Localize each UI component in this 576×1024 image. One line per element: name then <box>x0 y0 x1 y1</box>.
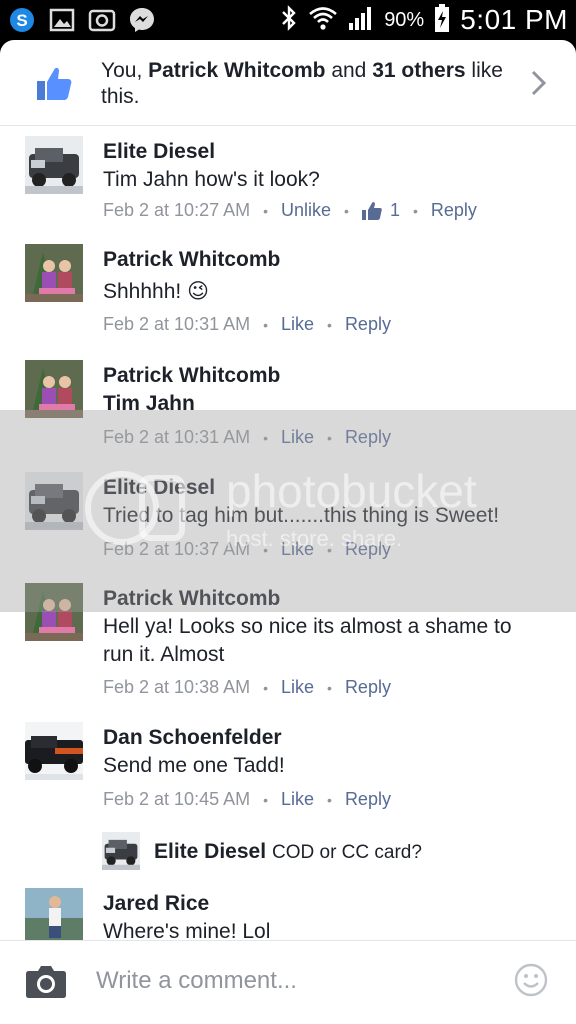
smiley-icon[interactable] <box>514 963 548 997</box>
separator-dot: • <box>327 541 332 558</box>
comment-author[interactable]: Patrick Whitcomb <box>103 587 280 611</box>
comment-meta: Feb 2 at 10:31 AM • Like • Reply <box>103 314 391 335</box>
comments-panel: You, Patrick Whitcomb and 31 others like… <box>0 40 576 1024</box>
reply-button[interactable]: Reply <box>345 314 391 335</box>
comment-time[interactable]: Feb 2 at 10:38 AM <box>103 677 250 698</box>
like-button[interactable]: Like <box>281 677 314 698</box>
avatar[interactable] <box>25 360 83 418</box>
comment-meta: Feb 2 at 10:38 AM • Like • Reply <box>103 677 391 698</box>
comment-like-count[interactable]: 1 <box>361 200 400 221</box>
separator-dot: • <box>327 679 332 696</box>
comment-item: Jared Rice Where's mine! Lol <box>0 888 576 948</box>
comment-text: Shhhhh! 😉 <box>103 280 209 303</box>
comment-item: Patrick Whitcomb Hell ya! Looks so nice … <box>0 583 576 703</box>
reply-text: COD or CC card? <box>272 842 422 863</box>
messenger-icon <box>128 6 156 34</box>
reply-button[interactable]: Reply <box>345 789 391 810</box>
avatar[interactable] <box>102 832 140 870</box>
reply-button[interactable]: Reply <box>345 539 391 560</box>
separator-dot: • <box>327 791 332 808</box>
tagged-name[interactable]: Tim Jahn <box>103 392 195 416</box>
comment-text: Tim Jahn how's it look? <box>103 168 320 191</box>
separator-dot: • <box>263 202 268 219</box>
like-button[interactable]: Like <box>281 539 314 560</box>
comment-time[interactable]: Feb 2 at 10:45 AM <box>103 789 250 810</box>
avatar[interactable] <box>25 244 83 302</box>
chevron-right-icon[interactable] <box>528 68 550 98</box>
separator-dot: • <box>327 429 332 446</box>
signal-icon <box>348 6 374 35</box>
comment-author[interactable]: Jared Rice <box>103 892 209 916</box>
comment-meta: Feb 2 at 10:31 AM • Like • Reply <box>103 427 391 448</box>
bluetooth-icon <box>280 4 298 36</box>
avatar[interactable] <box>25 888 83 946</box>
avatar[interactable] <box>25 472 83 530</box>
battery-charging-icon <box>434 3 450 37</box>
battery-percent: 90% <box>384 8 425 31</box>
comment-item: Patrick Whitcomb Tim Jahn Feb 2 at 10:31… <box>0 360 576 450</box>
avatar[interactable] <box>25 722 83 780</box>
comment-text: Send me one Tadd! <box>103 754 285 777</box>
comment-author[interactable]: Dan Schoenfelder <box>103 726 282 750</box>
comment-meta: Feb 2 at 10:27 AM • Unlike • 1 • Reply <box>103 200 477 221</box>
separator-dot: • <box>327 316 332 333</box>
camera-app-icon <box>88 6 116 34</box>
comment-composer <box>0 940 576 1024</box>
separator-dot: • <box>263 541 268 558</box>
likes-prefix: You, <box>101 59 149 82</box>
comment-meta: Feb 2 at 10:37 AM • Like • Reply <box>103 539 391 560</box>
comment-item: Elite Diesel Tim Jahn how's it look? Feb… <box>0 136 576 236</box>
reply-button[interactable]: Reply <box>345 427 391 448</box>
comment-time[interactable]: Feb 2 at 10:37 AM <box>103 539 250 560</box>
comment-time[interactable]: Feb 2 at 10:31 AM <box>103 314 250 335</box>
likes-text: You, Patrick Whitcomb and 31 others like… <box>101 58 521 110</box>
reply-author[interactable]: Elite Diesel <box>154 840 266 864</box>
unlike-button[interactable]: Unlike <box>281 200 331 221</box>
reply-button[interactable]: Reply <box>431 200 477 221</box>
comment-time[interactable]: Feb 2 at 10:27 AM <box>103 200 250 221</box>
likes-count[interactable]: 31 others <box>372 59 465 82</box>
comment-text: Tried to tag him but.......this thing is… <box>103 504 500 527</box>
comment-author[interactable]: Patrick Whitcomb <box>103 364 280 388</box>
comment-input[interactable] <box>96 963 476 999</box>
like-button[interactable]: Like <box>281 789 314 810</box>
comment-item: Patrick Whitcomb Shhhhh! 😉 Feb 2 at 10:3… <box>0 244 576 344</box>
like-thumb-icon <box>361 201 382 220</box>
comment-time[interactable]: Feb 2 at 10:31 AM <box>103 427 250 448</box>
wifi-icon <box>308 5 338 36</box>
likes-middle: and <box>325 59 373 82</box>
comment-author[interactable]: Elite Diesel <box>103 476 215 500</box>
status-bar: S 90% 5:01 PM <box>0 0 576 40</box>
camera-icon[interactable] <box>25 963 67 999</box>
separator-dot: • <box>344 202 349 219</box>
separator-dot: • <box>263 429 268 446</box>
gallery-icon <box>48 6 76 34</box>
separator-dot: • <box>263 316 268 333</box>
like-button[interactable]: Like <box>281 314 314 335</box>
like-thumb-icon <box>34 64 74 104</box>
like-button[interactable]: Like <box>281 427 314 448</box>
avatar[interactable] <box>25 136 83 194</box>
comment-item: Dan Schoenfelder Send me one Tadd! Feb 2… <box>0 722 576 822</box>
reply-button[interactable]: Reply <box>345 677 391 698</box>
reply-item: Elite Diesel COD or CC card? <box>0 832 576 876</box>
clock: 5:01 PM <box>460 4 568 35</box>
comment-author[interactable]: Elite Diesel <box>103 140 215 164</box>
likes-summary[interactable]: You, Patrick Whitcomb and 31 others like… <box>0 40 576 126</box>
likes-name[interactable]: Patrick Whitcomb <box>148 59 325 82</box>
separator-dot: • <box>263 791 268 808</box>
like-count: 1 <box>389 200 400 220</box>
skype-icon: S <box>8 6 36 34</box>
separator-dot: • <box>412 202 418 219</box>
comment-item: Elite Diesel Tried to tag him but.......… <box>0 472 576 562</box>
svg-text:S: S <box>16 11 27 30</box>
avatar[interactable] <box>25 583 83 641</box>
comment-text: Hell ya! Looks so nice its almost a sham… <box>103 615 512 666</box>
separator-dot: • <box>263 679 268 696</box>
comment-author[interactable]: Patrick Whitcomb <box>103 248 280 272</box>
comment-meta: Feb 2 at 10:45 AM • Like • Reply <box>103 789 391 810</box>
